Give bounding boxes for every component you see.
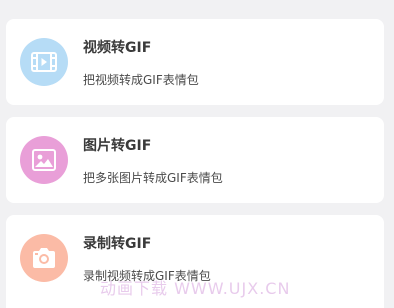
- card-title: 录制转GIF: [83, 236, 152, 252]
- video-to-gif-card[interactable]: 视频转GIF 把视频转成GIF表情包: [6, 19, 384, 105]
- card-subtitle: 把视频转成GIF表情包: [83, 73, 199, 87]
- card-title: 图片转GIF: [83, 138, 152, 154]
- watermark: 动画下载 WWW.UJX.CN: [100, 279, 291, 298]
- camera-icon: [20, 234, 68, 282]
- video-icon: [20, 38, 68, 86]
- card-subtitle: 把多张图片转成GIF表情包: [83, 171, 223, 185]
- card-title: 视频转GIF: [83, 40, 152, 56]
- image-to-gif-card[interactable]: 图片转GIF 把多张图片转成GIF表情包: [6, 117, 384, 203]
- image-icon: [20, 136, 68, 184]
